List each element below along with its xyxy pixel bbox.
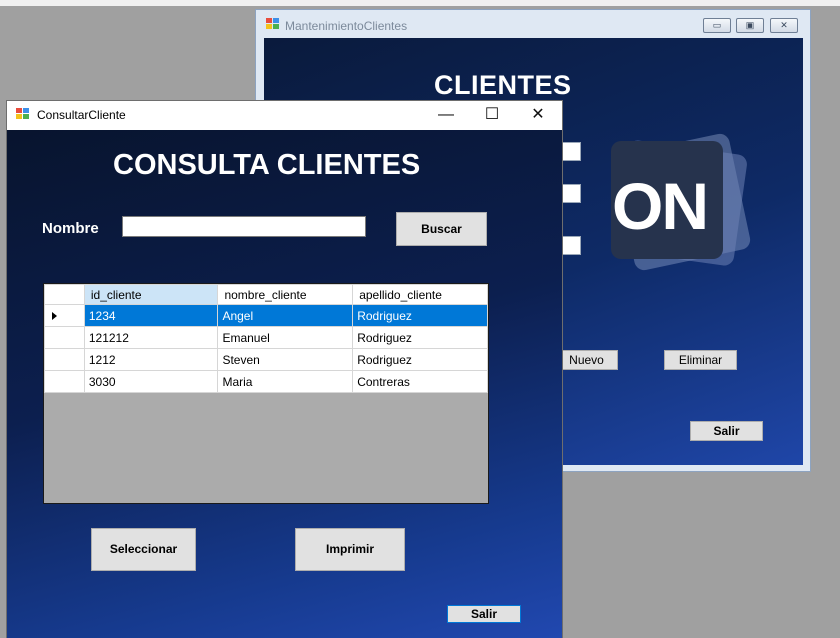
row-header[interactable] (44, 370, 85, 393)
table-row[interactable]: 1234 Angel Rodriguez (44, 304, 488, 327)
app-icon (266, 18, 279, 29)
app-icon (16, 108, 29, 119)
logo: ON (609, 132, 759, 273)
nombre-label: Nombre (42, 220, 99, 237)
page-title: CLIENTES (434, 70, 572, 100)
table-cell[interactable]: Emanuel (217, 326, 354, 349)
form-client-area: CONSULTA CLIENTES Nombre Buscar id_clien… (7, 130, 562, 638)
maximize-button[interactable]: ☐ (469, 101, 515, 130)
nombre-input[interactable] (122, 216, 366, 237)
table-header-row: id_cliente nombre_cliente apellido_clien… (44, 284, 488, 305)
table-row[interactable]: 1212 Steven Rodriguez (44, 348, 488, 371)
title-bar: MantenimientoClientes ▭ ▣ ✕ (256, 10, 810, 38)
table-cell[interactable]: 3030 (83, 370, 219, 393)
clientes-table: id_cliente nombre_cliente apellido_clien… (44, 284, 488, 393)
table-cell[interactable]: 1234 (83, 304, 219, 327)
page-title: CONSULTA CLIENTES (113, 149, 421, 181)
clientes-data-grid[interactable]: id_cliente nombre_cliente apellido_clien… (43, 283, 489, 504)
salir-button[interactable]: Salir (447, 605, 521, 623)
window-title: ConsultarCliente (37, 108, 126, 122)
consultar-cliente-window: ConsultarCliente — ☐ ✕ CONSULTA CLIENTES… (6, 100, 563, 638)
table-cell[interactable]: 121212 (83, 326, 219, 349)
seleccionar-button[interactable]: Seleccionar (91, 528, 196, 571)
text-field-2[interactable] (560, 184, 581, 203)
table-row[interactable]: 3030 Maria Contreras (44, 370, 488, 393)
window-title: MantenimientoClientes (285, 19, 408, 33)
table-cell[interactable]: Rodriguez (352, 304, 488, 327)
close-button[interactable]: ✕ (770, 18, 798, 33)
table-cell[interactable]: Angel (217, 304, 354, 327)
row-header[interactable] (44, 326, 85, 349)
nuevo-button[interactable]: Nuevo (555, 350, 618, 370)
column-header[interactable]: id_cliente (83, 284, 219, 305)
column-header[interactable]: nombre_cliente (217, 284, 354, 305)
imprimir-button[interactable]: Imprimir (295, 528, 405, 571)
row-header-corner (44, 284, 85, 305)
logo-text: ON (612, 169, 709, 243)
text-field-3[interactable] (560, 236, 581, 255)
current-row-arrow-icon (52, 311, 57, 320)
column-header[interactable]: apellido_cliente (352, 284, 488, 305)
close-button[interactable]: ✕ (515, 101, 561, 130)
table-row[interactable]: 121212 Emanuel Rodriguez (44, 326, 488, 349)
text-field-1[interactable] (560, 142, 581, 161)
title-bar: ConsultarCliente — ☐ ✕ (7, 101, 562, 130)
table-cell[interactable]: Rodriguez (352, 326, 488, 349)
row-header[interactable] (44, 304, 85, 327)
salir-button[interactable]: Salir (690, 421, 763, 441)
table-cell[interactable]: Contreras (352, 370, 488, 393)
maximize-button[interactable]: ▣ (736, 18, 764, 33)
table-cell[interactable]: 1212 (83, 348, 219, 371)
table-cell[interactable]: Steven (217, 348, 354, 371)
desktop-top-edge (0, 0, 840, 6)
buscar-button[interactable]: Buscar (396, 212, 487, 246)
table-cell[interactable]: Rodriguez (352, 348, 488, 371)
minimize-button[interactable]: ▭ (703, 18, 731, 33)
table-cell[interactable]: Maria (217, 370, 354, 393)
eliminar-button[interactable]: Eliminar (664, 350, 737, 370)
minimize-button[interactable]: — (423, 101, 469, 130)
row-header[interactable] (44, 348, 85, 371)
